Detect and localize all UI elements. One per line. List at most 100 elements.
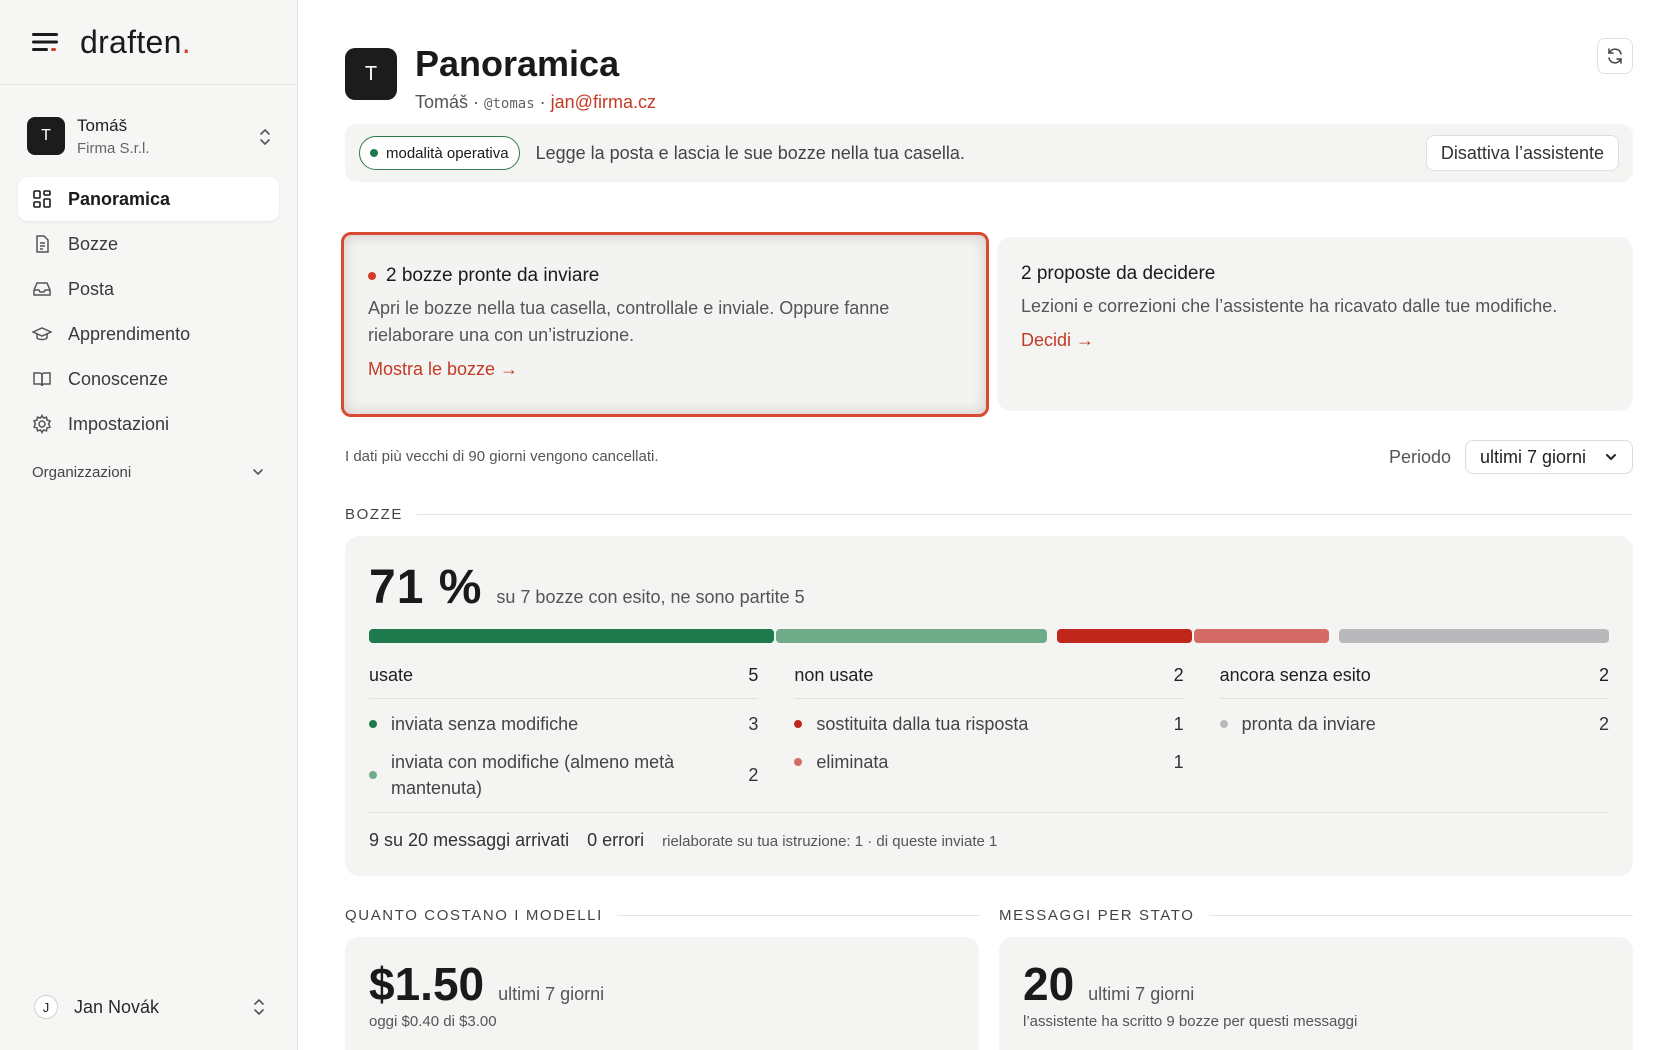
outcome-column-unused: non usate 2 sostituita dalla tua rispost… (794, 665, 1184, 801)
list-item: inviata senza modifiche 3 (369, 711, 758, 737)
account-switcher[interactable]: T Tomáš Firma S.r.l. (18, 103, 281, 169)
user-menu[interactable]: J Jan Novák (34, 990, 267, 1024)
inbox-icon (32, 279, 52, 299)
drafts-ready-card[interactable]: 2 bozze pronte da inviare Apri le bozze … (341, 232, 989, 417)
proposals-card[interactable]: 2 proposte da decidere Lezioni e correzi… (997, 237, 1633, 411)
divider (369, 812, 1609, 813)
chevron-up-down-icon (251, 997, 267, 1017)
account-org: Firma S.r.l. (77, 139, 150, 157)
legend-dot (1219, 720, 1228, 728)
outcome-columns: usate 5 inviata senza modifiche 3 inviat… (369, 665, 1609, 801)
page-header: T Panoramica Tomáš · @tomas · jan@firma.… (345, 44, 656, 113)
messages-section-heading: MESSAGGI PER STATO (999, 907, 1633, 924)
list-item: pronta da inviare 2 (1219, 711, 1609, 737)
alert-dot (368, 272, 376, 280)
cost-today: oggi $0.40 di $3.00 (369, 1013, 497, 1030)
column-label: usate (369, 665, 414, 685)
gear-icon (32, 414, 52, 434)
sidebar-item-panoramica[interactable]: Panoramica (18, 177, 279, 221)
organizations-toggle[interactable]: Organizzazioni (32, 464, 265, 481)
chevron-up-down-icon (257, 127, 273, 147)
header-avatar: T (345, 48, 397, 100)
account-name: Tomáš (77, 115, 128, 135)
cost-value: $1.50 (369, 958, 485, 1010)
row-label: pronta da inviare (1241, 714, 1376, 734)
row-label: inviata senza modifiche (391, 714, 579, 734)
header-handle: @tomas (484, 95, 535, 112)
reworked-stat: rielaborate su tua istruzione: 1 · di qu… (662, 833, 998, 850)
menu-icon[interactable] (32, 32, 58, 52)
drafts-section-heading: BOZZE (345, 506, 1633, 523)
page-title: Panoramica (415, 43, 620, 84)
card-description: Apri le bozze nella tua casella, control… (368, 298, 890, 345)
outcome-bar-segment (1056, 629, 1192, 643)
chevron-down-icon (1604, 452, 1618, 462)
sidebar-item-label: Panoramica (68, 188, 171, 209)
status-dot (370, 149, 378, 157)
card-title: 2 bozze pronte da inviare (386, 265, 600, 286)
sidebar: draften. T Tomáš Firma S.r.l. Panoramica… (0, 0, 298, 1050)
legend-dot (794, 720, 803, 728)
column-count: 2 (1598, 665, 1609, 685)
divider (616, 915, 979, 916)
list-item: inviata con modifiche (almeno metà mante… (369, 749, 758, 801)
refresh-button[interactable] (1597, 38, 1633, 74)
drafts-footer-stats: 9 su 20 messaggi arrivati 0 errori riela… (369, 830, 997, 851)
arrived-stat: 9 su 20 messaggi arrivati (369, 830, 569, 851)
main-content: T Panoramica Tomáš · @tomas · jan@firma.… (341, 0, 1633, 1050)
messages-period: ultimi 7 giorni (1088, 984, 1195, 1004)
row-label: sostituita dalla tua risposta (816, 714, 1029, 734)
header-name: Tomáš (415, 91, 469, 112)
sidebar-item-label: Impostazioni (68, 413, 170, 434)
sidebar-item-label: Posta (68, 278, 115, 299)
outcome-bar-segment (776, 629, 1047, 643)
period-select[interactable]: ultimi 7 giorni (1465, 440, 1633, 474)
section-heading-label: QUANTO COSTANO I MODELLI (345, 907, 603, 924)
separator: · (473, 91, 480, 112)
outcome-bar-segment (1193, 629, 1329, 643)
legend-dot (369, 771, 377, 779)
sidebar-item-posta[interactable]: Posta (18, 267, 279, 311)
header-email-link[interactable]: jan@firma.cz (551, 92, 656, 112)
used-summary: su 7 bozze con esito, ne sono partite 5 (496, 587, 805, 607)
row-count: 1 (1173, 751, 1184, 772)
dashboard-icon (32, 189, 52, 209)
row-count: 3 (748, 713, 759, 734)
deactivate-assistant-button[interactable]: Disattiva l’assistente (1425, 135, 1619, 171)
organizations-label: Organizzazioni (32, 464, 132, 481)
mode-description: Legge la posta e lascia le sue bozze nel… (535, 142, 965, 163)
graduation-cap-icon (32, 324, 52, 344)
sidebar-item-bozze[interactable]: Bozze (18, 222, 279, 266)
sidebar-item-conoscenze[interactable]: Conoscenze (18, 357, 279, 401)
sidebar-nav: Panoramica Bozze Posta Apprendimento Con… (0, 177, 297, 446)
arrived-count: 9 (369, 830, 380, 850)
outcome-bar (369, 629, 1609, 643)
account-avatar: T (27, 117, 65, 155)
messages-value: 20 (1023, 958, 1075, 1010)
period-selected-value: ultimi 7 giorni (1480, 446, 1587, 467)
sidebar-item-impostazioni[interactable]: Impostazioni (18, 402, 279, 446)
card-description: Lezioni e correzioni che l’assistente ha… (1021, 296, 1558, 316)
divider (1208, 915, 1633, 916)
column-count: 5 (748, 665, 759, 685)
separator: · (539, 91, 546, 112)
book-icon (32, 369, 52, 389)
arrived-label: su 20 messaggi arrivati (384, 830, 570, 850)
period-filter: Periodo ultimi 7 giorni (1389, 440, 1633, 474)
legend-dot (794, 758, 803, 766)
sidebar-item-apprendimento[interactable]: Apprendimento (18, 312, 279, 356)
divider (417, 514, 1633, 515)
row-count: 2 (1598, 713, 1609, 734)
sidebar-item-label: Conoscenze (68, 368, 169, 389)
show-drafts-link[interactable]: Mostra le bozze → (368, 359, 962, 380)
document-icon (32, 234, 52, 254)
mode-badge-label: modalità operativa (386, 144, 509, 162)
brand-logo[interactable]: draften. (80, 24, 191, 61)
decide-link[interactable]: Decidi → (1021, 330, 1609, 351)
column-label: non usate (794, 665, 874, 685)
outcome-column-used: usate 5 inviata senza modifiche 3 inviat… (369, 665, 759, 801)
mode-badge: modalità operativa (359, 136, 520, 170)
list-item: eliminata 1 (794, 749, 1184, 775)
cost-period: ultimi 7 giorni (498, 984, 605, 1004)
user-avatar: J (34, 995, 58, 1019)
